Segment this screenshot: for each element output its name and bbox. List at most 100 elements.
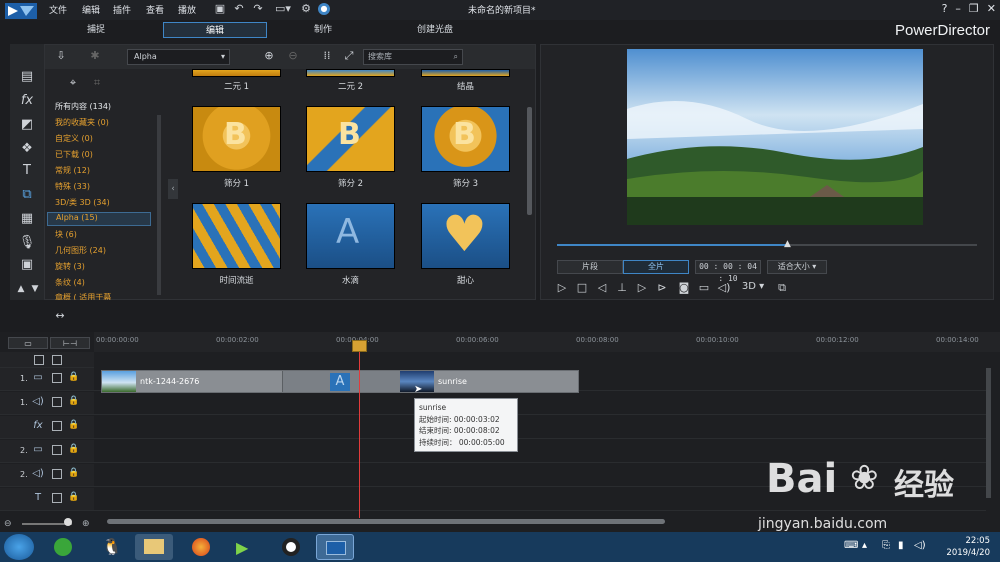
search-input[interactable]: 搜索库 ⌕ [363, 49, 463, 65]
fast-forward-icon[interactable]: ⊳ [655, 281, 669, 294]
play-icon[interactable]: ▷ [555, 281, 569, 294]
transition-a-icon[interactable]: A [330, 373, 350, 391]
start-button-icon[interactable] [4, 534, 34, 560]
recorder-icon[interactable] [272, 534, 310, 560]
transition-thumb-sieve-1[interactable]: B [192, 106, 281, 172]
category-item[interactable]: 3D/类 3D (34) [55, 197, 110, 208]
volume-icon[interactable]: ◁) [717, 281, 731, 294]
media-player-icon[interactable]: ▶ [226, 534, 264, 560]
menu-view[interactable]: 查看 [146, 3, 164, 16]
help-icon[interactable]: ? [942, 2, 948, 15]
transition-room-icon[interactable]: ⧉ [18, 186, 36, 204]
grid-view-icon[interactable]: ⁞⁞ [321, 50, 333, 62]
collapse-panel-button[interactable]: ‹ [168, 179, 178, 199]
undock-icon[interactable]: ⧉ [775, 281, 789, 295]
timecode-display[interactable]: 00 : 00 : 04 : 10 [695, 260, 761, 283]
settings-gear-icon[interactable]: ⚙ [300, 3, 312, 15]
lock-icon[interactable]: 🔒 [68, 468, 79, 478]
category-item[interactable]: 我的收藏夹 (0) [55, 117, 109, 128]
minimize-icon[interactable]: – [955, 2, 961, 15]
zoom-out-icon[interactable]: ⊖ [4, 519, 12, 529]
audio-track-1[interactable] [94, 392, 986, 415]
stop-icon[interactable]: □ [575, 281, 589, 294]
playhead[interactable] [359, 340, 360, 518]
fx-room-icon[interactable]: fx [18, 92, 36, 110]
track-enable-checkbox[interactable] [52, 469, 62, 479]
track-enable-checkbox[interactable] [52, 397, 62, 407]
zoom-slider-handle[interactable] [64, 518, 72, 526]
track-enable-checkbox[interactable] [52, 493, 62, 503]
menu-edit[interactable]: 编辑 [82, 3, 100, 16]
category-item[interactable]: 几何图形 (24) [55, 245, 106, 256]
restore-icon[interactable]: ❐ [969, 2, 979, 15]
transition-thumb-time-lapse[interactable] [192, 203, 281, 269]
split-icon[interactable]: ⊥ [615, 281, 629, 294]
transition-thumb-partial[interactable] [306, 69, 395, 77]
firefox-icon[interactable] [182, 534, 220, 560]
volume-tray-icon[interactable]: ◁) [914, 540, 926, 551]
timeline-vertical-scrollbar[interactable] [986, 368, 991, 498]
menu-file[interactable]: 文件 [49, 3, 67, 16]
category-item[interactable]: 自定义 (0) [55, 133, 93, 144]
transition-thumb-sweetheart[interactable]: ♥ [421, 203, 510, 269]
category-scrollbar[interactable] [157, 115, 161, 295]
pip-room-icon[interactable]: ◩ [18, 116, 36, 134]
clip-mode-button[interactable]: 片段 [557, 260, 623, 274]
redo-icon[interactable]: ↷ [252, 3, 264, 15]
next-frame-icon[interactable]: ▷ [635, 281, 649, 294]
previous-frame-icon[interactable]: ◁ [595, 281, 609, 294]
track-enable-checkbox[interactable] [52, 445, 62, 455]
360-browser-icon[interactable] [46, 534, 80, 560]
import-icon[interactable]: ⇩ [55, 50, 67, 62]
tab-edit[interactable]: 编辑 [163, 22, 267, 38]
category-item[interactable]: 常规 (12) [55, 165, 90, 176]
save-icon[interactable]: ▣ [214, 3, 226, 15]
clock[interactable]: 22:05 2019/4/20 [946, 535, 990, 559]
category-item[interactable]: 已下载 (0) [55, 149, 93, 160]
transition-thumb-partial[interactable] [192, 69, 281, 77]
movie-mode-button[interactable]: 全片 [623, 260, 689, 274]
track-enable-checkbox[interactable] [52, 421, 62, 431]
account-icon[interactable]: ● [318, 3, 330, 15]
playhead-handle-icon[interactable] [352, 340, 367, 352]
close-icon[interactable]: ✕ [987, 2, 996, 15]
undo-icon[interactable]: ↶ [233, 3, 245, 15]
menu-play[interactable]: 播放 [178, 3, 196, 16]
lock-icon[interactable]: 🔒 [68, 420, 79, 430]
category-item[interactable]: 所有内容 (134) [55, 101, 111, 112]
fit-timeline-icon[interactable]: ↔ [54, 310, 66, 322]
category-item[interactable]: 特殊 (33) [55, 181, 90, 192]
tab-capture[interactable]: 捕捉 [66, 22, 126, 38]
search-icon[interactable]: ⌕ [454, 50, 458, 64]
track-manager-button[interactable]: ▭ [8, 337, 48, 349]
chapter-room-icon[interactable]: ▣ [18, 256, 36, 274]
qq-icon[interactable]: 🐧 [92, 534, 126, 560]
all-tracks-toggle[interactable] [34, 355, 44, 365]
lock-icon[interactable]: 🔒 [68, 444, 79, 454]
category-item[interactable]: 旋转 (3) [55, 261, 85, 272]
zoom-in-icon[interactable]: ⊕ [82, 519, 90, 529]
plugin-icon[interactable]: ✱ [89, 50, 101, 62]
subtitle-icon[interactable]: ▭ [697, 281, 711, 294]
lock-icon[interactable]: 🔒 [68, 372, 79, 382]
category-item[interactable]: 条纹 (4) [55, 277, 85, 288]
track-enable-checkbox[interactable] [52, 373, 62, 383]
lock-icon[interactable]: 🔒 [68, 396, 79, 406]
tray-expand-icon[interactable]: ▴ [862, 540, 867, 551]
scroll-down-icon[interactable]: ▼ [26, 280, 44, 298]
zoom-fit-button[interactable]: ⊢⊣ [50, 337, 90, 349]
library-scrollbar[interactable] [527, 107, 532, 215]
category-item[interactable]: 块 (6) [55, 229, 77, 240]
menu-plugins[interactable]: 插件 [113, 3, 131, 16]
category-item-selected[interactable]: Alpha (15) [47, 212, 151, 226]
transition-thumb-sieve-3[interactable]: B [421, 106, 510, 172]
audio-mixing-icon[interactable]: ▦ [18, 210, 36, 228]
add-icon[interactable]: ⊕ [263, 50, 275, 62]
all-tracks-checkbox[interactable] [52, 355, 62, 365]
media-room-icon[interactable]: ▤ [18, 68, 36, 86]
tab-create-disc[interactable]: 创建光盘 [400, 22, 470, 38]
seek-handle-icon[interactable]: ▲ [784, 240, 793, 249]
transition-thumb-sieve-2[interactable]: B [306, 106, 395, 172]
lock-icon[interactable]: 🔒 [68, 492, 79, 502]
snapshot-camera-icon[interactable]: ◙ [677, 281, 691, 294]
